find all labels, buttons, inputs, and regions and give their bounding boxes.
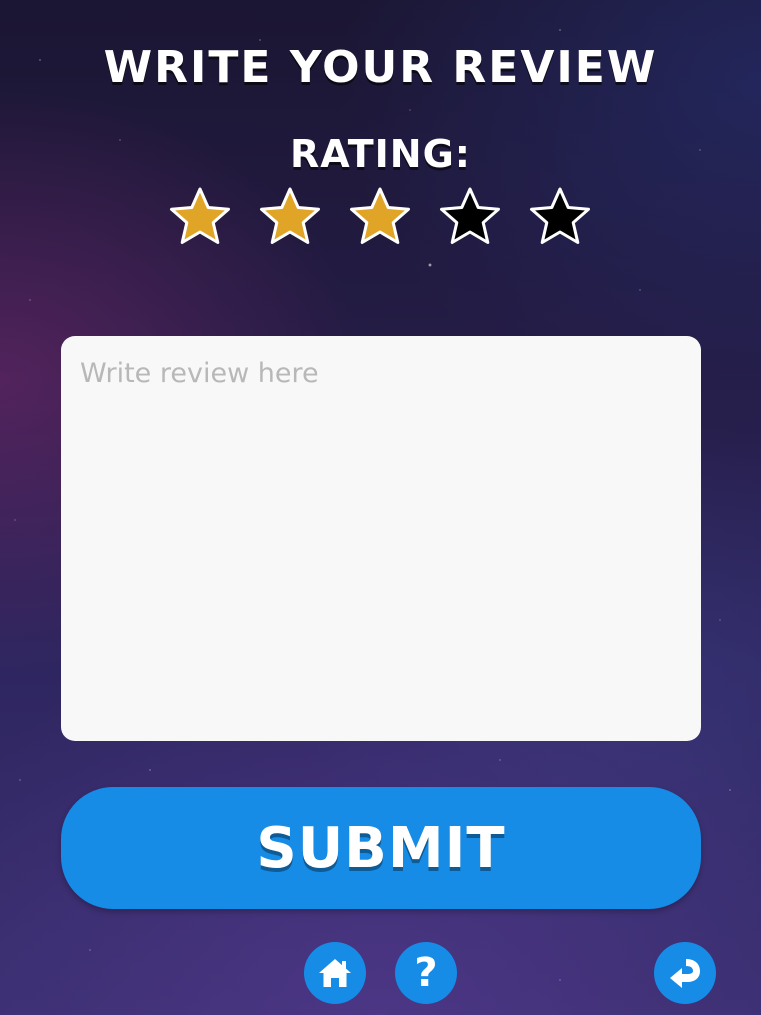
review-box xyxy=(61,336,701,741)
page-title: WRITE YOUR REVIEW xyxy=(103,42,658,93)
star-rating[interactable] xyxy=(167,186,597,250)
home-button[interactable] xyxy=(304,942,366,1004)
star-1-icon[interactable] xyxy=(167,186,233,248)
review-input[interactable] xyxy=(61,336,701,741)
home-icon xyxy=(319,959,351,987)
help-icon: ? xyxy=(414,950,438,996)
submit-button[interactable]: SUBMIT xyxy=(61,787,701,909)
help-button[interactable]: ? xyxy=(395,942,457,1004)
back-button[interactable] xyxy=(654,942,716,1004)
star-4-icon[interactable] xyxy=(437,186,503,248)
rating-label: RATING: xyxy=(290,132,471,176)
star-2-icon[interactable] xyxy=(257,186,323,248)
back-arrow-icon xyxy=(670,959,700,988)
star-5-icon[interactable] xyxy=(527,186,593,248)
submit-label: SUBMIT xyxy=(256,815,506,881)
star-3-icon[interactable] xyxy=(347,186,413,248)
